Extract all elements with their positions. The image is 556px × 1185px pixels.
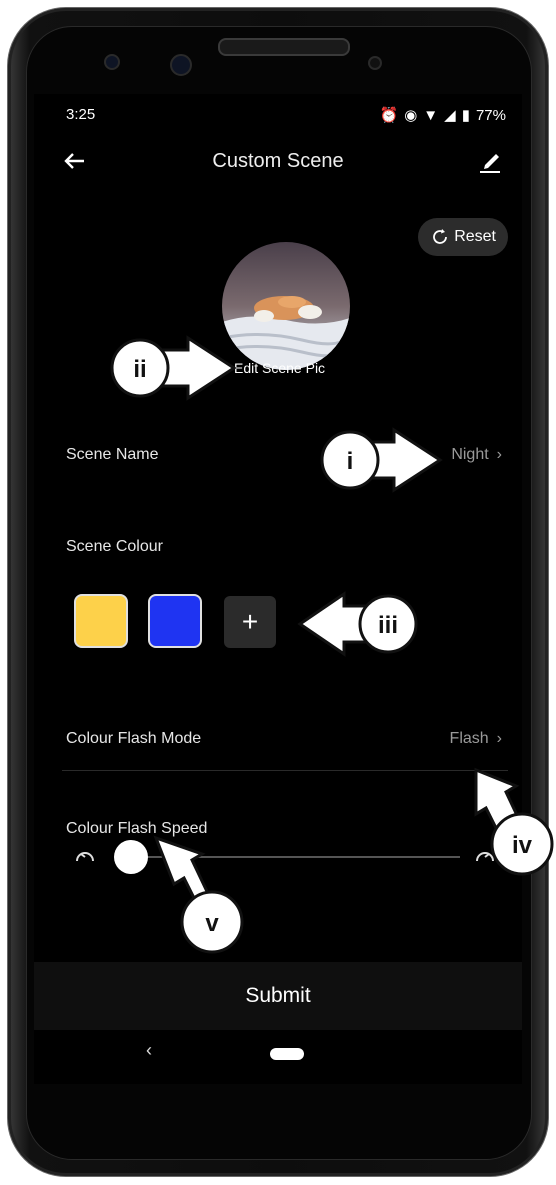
callout-iv: iv xyxy=(474,767,554,876)
signal-icon: ◢ xyxy=(444,107,456,124)
sensor-icon xyxy=(368,56,382,70)
callout-iii-label: iii xyxy=(378,612,398,639)
chevron-right-icon: › xyxy=(496,730,502,747)
app-screen: 3:25 ⏰ ◉ ▼ ◢ ▮ 77% Custom Scene Reset Ed… xyxy=(34,94,522,1084)
flash-mode-text: Flash xyxy=(449,730,489,747)
front-camera-icon xyxy=(104,54,120,70)
edit-scene-pic-label[interactable]: Edit Scene Pic xyxy=(234,360,325,376)
callout-v: v xyxy=(153,835,244,954)
app-bar: Custom Scene xyxy=(34,134,522,190)
reset-button[interactable]: Reset xyxy=(418,218,508,256)
scene-picture[interactable] xyxy=(222,242,350,370)
callout-ii-label: ii xyxy=(133,356,146,383)
nav-back-icon[interactable]: ‹ xyxy=(146,1040,152,1061)
nav-home-pill[interactable] xyxy=(270,1048,304,1060)
divider xyxy=(62,770,508,771)
callout-iv-label: iv xyxy=(512,832,533,859)
vibrate-icon: ◉ xyxy=(404,107,418,124)
callout-v-label: v xyxy=(205,910,219,937)
submit-button[interactable]: Submit xyxy=(34,962,522,1030)
callout-i: i xyxy=(320,427,443,493)
wifi-icon: ▼ xyxy=(423,106,439,124)
chevron-right-icon: › xyxy=(496,446,502,463)
callout-ii: ii xyxy=(110,335,237,401)
add-colour-button[interactable]: + xyxy=(224,596,276,648)
status-bar: 3:25 ⏰ ◉ ▼ ◢ ▮ 77% xyxy=(34,94,522,134)
colour-swatch-yellow[interactable] xyxy=(74,594,128,648)
front-camera-icon xyxy=(170,54,192,76)
callout-i-label: i xyxy=(347,448,354,475)
battery-percent: 77% xyxy=(475,106,506,124)
page-title: Custom Scene xyxy=(212,150,344,172)
scene-name-value: Night › xyxy=(451,446,502,464)
scene-colour-label: Scene Colour xyxy=(66,538,163,555)
status-icons: ⏰ ◉ ▼ ◢ ▮ 77% xyxy=(379,106,506,125)
flash-speed-thumb[interactable] xyxy=(114,840,148,874)
system-nav-bar: ‹ xyxy=(34,1030,522,1084)
battery-icon: ▮ xyxy=(461,107,470,124)
status-time: 3:25 xyxy=(66,106,96,123)
alarm-icon: ⏰ xyxy=(379,107,399,124)
flash-mode-value: Flash › xyxy=(450,730,502,748)
scene-name-text: Night xyxy=(451,446,489,463)
reset-label: Reset xyxy=(454,228,496,245)
scene-name-label: Scene Name xyxy=(66,446,159,463)
refresh-icon xyxy=(433,229,448,244)
earpiece-speaker xyxy=(218,38,350,56)
slow-speed-icon xyxy=(76,852,94,862)
callout-iii: iii xyxy=(297,591,418,657)
edit-pencil-icon[interactable] xyxy=(476,146,504,174)
flash-mode-label: Colour Flash Mode xyxy=(66,730,202,747)
colour-swatch-blue[interactable] xyxy=(148,594,202,648)
